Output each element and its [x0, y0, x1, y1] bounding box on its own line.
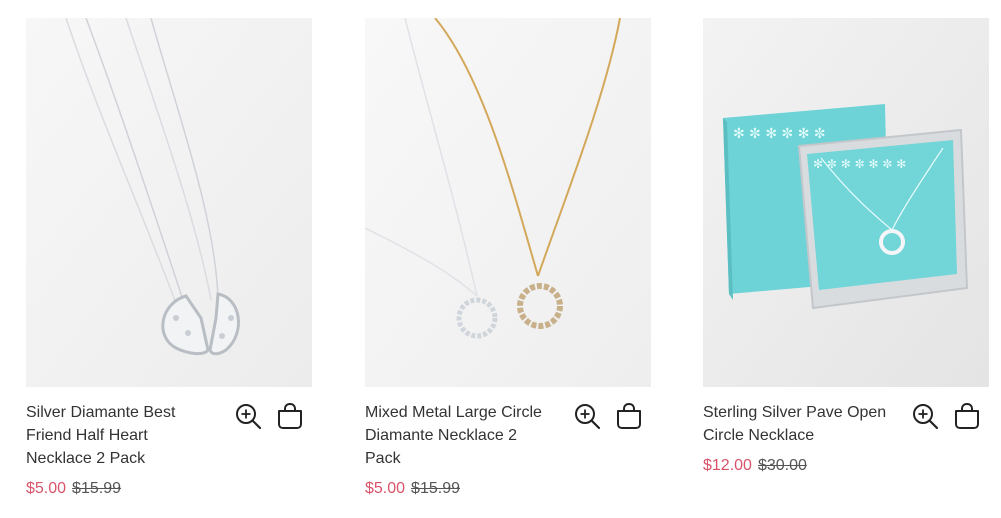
- mixed-metal-circle-necklace-image: [365, 18, 651, 387]
- product-actions: [234, 402, 314, 432]
- product-card: ✻ ✼ ✻ ✼ ✻ ✼ ✻ ✼ ✻ ✼ ✻ ✼ ✻ Sterling Silve…: [703, 18, 989, 518]
- product-card: Silver Diamante Best Friend Half Heart N…: [26, 18, 312, 518]
- half-heart-necklace-image: [26, 18, 312, 387]
- quick-view-button[interactable]: [911, 402, 939, 430]
- add-to-bag-button[interactable]: [276, 402, 304, 430]
- product-grid: Silver Diamante Best Friend Half Heart N…: [0, 0, 1001, 518]
- quick-view-button[interactable]: [573, 402, 601, 430]
- pave-open-circle-necklace-image: ✻ ✼ ✻ ✼ ✻ ✼ ✻ ✼ ✻ ✼ ✻ ✼ ✻: [703, 18, 989, 387]
- product-price: $12.00 $30.00: [703, 456, 807, 476]
- product-actions: [911, 402, 991, 432]
- product-price: $5.00 $15.99: [365, 479, 460, 499]
- svg-text:✻ ✼ ✻ ✼ ✻ ✼ ✻: ✻ ✼ ✻ ✼ ✻ ✼ ✻: [813, 157, 906, 171]
- shopping-bag-icon: [955, 402, 979, 429]
- original-price: $15.99: [411, 480, 460, 497]
- product-title[interactable]: Sterling Silver Pave Open Circle Necklac…: [703, 401, 893, 447]
- magnifier-plus-icon: [236, 404, 262, 430]
- original-price: $15.99: [72, 480, 121, 497]
- svg-text:✻ ✼ ✻ ✼ ✻ ✼: ✻ ✼ ✻ ✼ ✻ ✼: [733, 126, 826, 142]
- sale-price: $5.00: [26, 480, 67, 497]
- shopping-bag-icon: [617, 402, 641, 429]
- add-to-bag-button[interactable]: [615, 402, 643, 430]
- product-price: $5.00 $15.99: [26, 479, 121, 499]
- product-card: Mixed Metal Large Circle Diamante Neckla…: [365, 18, 651, 518]
- product-title[interactable]: Silver Diamante Best Friend Half Heart N…: [26, 401, 216, 470]
- sale-price: $5.00: [365, 480, 406, 497]
- product-image-pave-open-circle-necklace[interactable]: ✻ ✼ ✻ ✼ ✻ ✼ ✻ ✼ ✻ ✼ ✻ ✼ ✻: [703, 18, 989, 387]
- product-title[interactable]: Mixed Metal Large Circle Diamante Neckla…: [365, 401, 555, 470]
- magnifier-plus-icon: [913, 404, 939, 430]
- add-to-bag-button[interactable]: [953, 402, 981, 430]
- original-price: $30.00: [757, 457, 807, 474]
- shopping-bag-icon: [278, 402, 302, 429]
- magnifier-plus-icon: [575, 404, 601, 430]
- sale-price: $12.00: [703, 457, 752, 474]
- product-image-mixed-metal-circle-necklace[interactable]: [365, 18, 651, 387]
- product-image-half-heart-necklace[interactable]: [26, 18, 312, 387]
- quick-view-button[interactable]: [234, 402, 262, 430]
- product-actions: [573, 402, 653, 432]
